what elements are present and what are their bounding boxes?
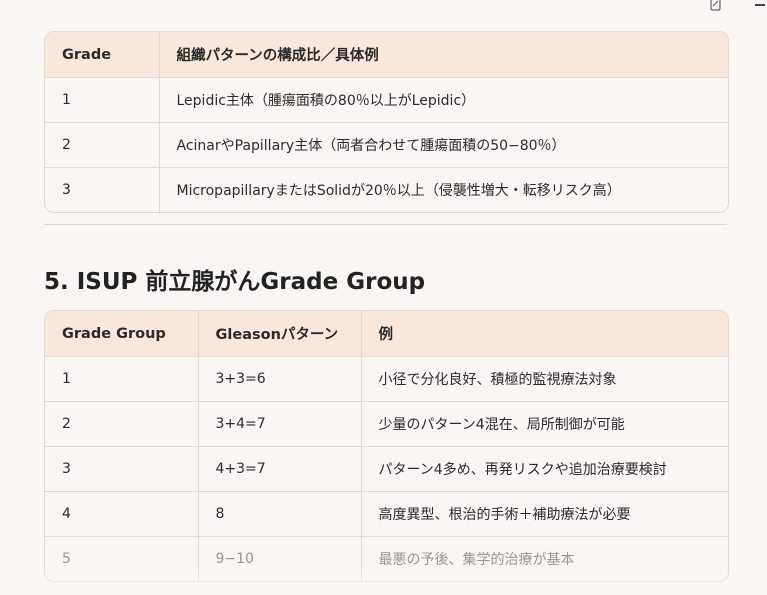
table-cell: 3+3=6 — [197, 356, 361, 402]
table-row: 5 9−10 最悪の予後、集学的治療が基本 — [45, 536, 728, 581]
isup-grade-group-table: Grade Group Gleasonパターン 例 1 3+3=6 小径で分化良… — [44, 310, 729, 582]
table-cell: パターン4多め、再発リスクや追加治療要検討 — [360, 446, 728, 492]
table-cell: 3 — [62, 182, 71, 198]
column-header: Gleasonパターン — [197, 311, 361, 357]
table-row: 2 3+4=7 少量のパターン4混在、局所制御が可能 — [45, 401, 728, 447]
column-header: 例 — [360, 311, 728, 357]
table-cell: MicropapillaryまたはSolidが20％以上（侵襲性増大・転移リスク… — [158, 167, 728, 212]
table-cell: 3+4=7 — [197, 401, 361, 447]
column-header: 組織パターンの構成比／具体例 — [158, 32, 728, 78]
table-cell: 1 — [45, 356, 198, 402]
table-cell: AcinarやPapillary主体（両者合わせて腫瘍面積の50−80％） — [158, 122, 728, 168]
table-cell: 最悪の予後、集学的治療が基本 — [360, 536, 728, 581]
table-row: 3 4+3=7 パターン4多め、再発リスクや追加治療要検討 — [45, 446, 728, 492]
table-row: 3 MicropapillaryまたはSolidが20％以上（侵襲性増大・転移リ… — [45, 167, 728, 212]
table-cell: 2 — [45, 401, 198, 447]
table-row: 2 AcinarやPapillary主体（両者合わせて腫瘍面積の50−80％） — [45, 122, 728, 168]
table-cell: 高度異型、根治的手術＋補助療法が必要 — [360, 491, 728, 537]
table-cell: 小径で分化良好、積極的監視療法対象 — [360, 356, 728, 402]
table-row: 4 8 高度異型、根治的手術＋補助療法が必要 — [45, 491, 728, 537]
column-header: Grade — [45, 32, 159, 78]
table-cell: 1 — [45, 77, 159, 123]
scrollbar-thumb[interactable] — [755, 4, 765, 6]
table-row: 1 Lepidic主体（腫瘍面積の80％以上がLepidic） — [45, 77, 728, 123]
table-header-row: Grade 組織パターンの構成比／具体例 — [45, 32, 728, 78]
table-cell: 9−10 — [197, 536, 361, 581]
section-divider — [44, 224, 727, 225]
table-header-row: Grade Group Gleasonパターン 例 — [45, 311, 728, 357]
column-header: Grade Group — [45, 311, 198, 357]
section-heading: 5. ISUP 前立腺がんGrade Group — [44, 269, 426, 295]
table-cell: 少量のパターン4混在、局所制御が可能 — [360, 401, 728, 447]
table-cell: 4+3=7 — [197, 446, 361, 492]
table-cell: Lepidic主体（腫瘍面積の80％以上がLepidic） — [158, 77, 728, 123]
table-cell: 4 — [45, 491, 198, 537]
table-row: 1 3+3=6 小径で分化良好、積極的監視療法対象 — [45, 356, 728, 402]
document-page: Grade 組織パターンの構成比／具体例 1 Lepidic主体（腫瘍面積の80… — [0, 0, 767, 595]
table-cell: 3 — [45, 446, 198, 492]
lung-adenocarcinoma-grade-table: Grade 組織パターンの構成比／具体例 1 Lepidic主体（腫瘍面積の80… — [44, 31, 729, 213]
table-cell: 2 — [45, 122, 159, 168]
copy-icon[interactable] — [710, 0, 722, 11]
table-cell: 8 — [197, 491, 361, 537]
table-cell: 5 — [62, 551, 71, 567]
